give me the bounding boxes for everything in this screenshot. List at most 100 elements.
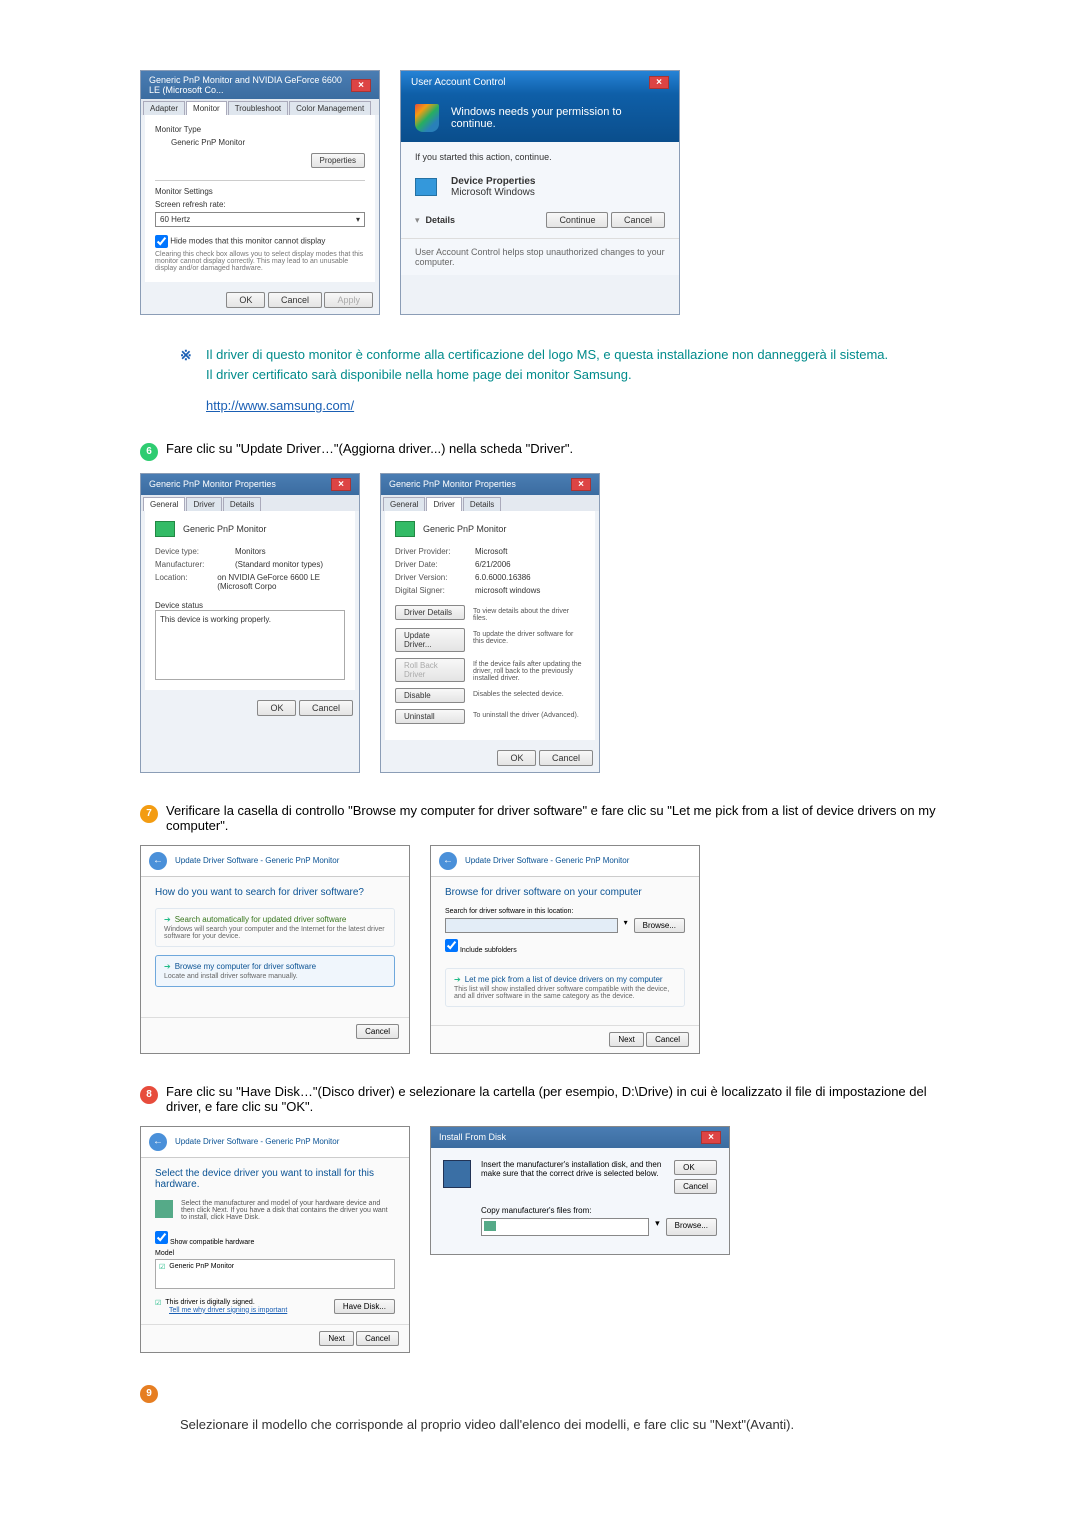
- dialog-titlebar: Generic PnP Monitor and NVIDIA GeForce 6…: [141, 71, 379, 99]
- back-icon[interactable]: ←: [439, 852, 457, 870]
- apply-button[interactable]: Apply: [324, 292, 373, 308]
- compatible-checkbox[interactable]: [155, 1231, 168, 1244]
- dialog-title: Generic PnP Monitor Properties: [149, 479, 276, 489]
- monitor-settings-dialog: Generic PnP Monitor and NVIDIA GeForce 6…: [140, 70, 380, 315]
- cancel-button[interactable]: Cancel: [611, 212, 665, 228]
- option-auto-search[interactable]: ➔Search automatically for updated driver…: [155, 908, 395, 947]
- tab-driver[interactable]: Driver: [426, 497, 461, 511]
- cancel-button[interactable]: Cancel: [646, 1032, 689, 1047]
- driver-details-button[interactable]: Driver Details: [395, 605, 465, 620]
- back-icon[interactable]: ←: [149, 852, 167, 870]
- uac-item2: Microsoft Windows: [451, 187, 536, 198]
- arrow-icon: ➔: [164, 962, 171, 971]
- floppy-icon: [443, 1160, 471, 1188]
- model-label: Model: [155, 1250, 395, 1257]
- continue-button[interactable]: Continue: [546, 212, 608, 228]
- tab-general[interactable]: General: [383, 497, 425, 511]
- shield-icon: [415, 104, 439, 132]
- ok-button[interactable]: OK: [674, 1160, 717, 1175]
- location-input[interactable]: [445, 918, 618, 933]
- uac-footer: User Account Control helps stop unauthor…: [401, 238, 679, 275]
- refresh-rate-label: Screen refresh rate:: [155, 200, 365, 209]
- close-icon[interactable]: ×: [649, 76, 669, 89]
- next-button[interactable]: Next: [609, 1032, 643, 1047]
- monitor-type-label: Monitor Type: [155, 125, 365, 134]
- monitor-props-general: Generic PnP Monitor Properties × General…: [140, 473, 360, 773]
- wizard-select-driver: ← Update Driver Software - Generic PnP M…: [140, 1126, 410, 1353]
- uninstall-button[interactable]: Uninstall: [395, 709, 465, 724]
- dialog-title: Install From Disk: [439, 1132, 506, 1142]
- uac-subheading: If you started this action, continue.: [415, 152, 665, 162]
- close-icon[interactable]: ×: [331, 478, 351, 491]
- wizard-breadcrumb: Update Driver Software - Generic PnP Mon…: [175, 856, 339, 865]
- tab-troubleshoot[interactable]: Troubleshoot: [228, 101, 288, 115]
- browse-button[interactable]: Browse...: [634, 918, 685, 933]
- tab-driver[interactable]: Driver: [186, 497, 221, 511]
- have-disk-button[interactable]: Have Disk...: [334, 1299, 395, 1314]
- signing-link[interactable]: Tell me why driver signing is important: [169, 1307, 287, 1314]
- monitor-icon: [155, 521, 175, 537]
- rollback-driver-button[interactable]: Roll Back Driver: [395, 658, 465, 682]
- model-list[interactable]: ☑ Generic PnP Monitor: [155, 1259, 395, 1289]
- properties-button[interactable]: Properties: [311, 153, 365, 168]
- monitor-name: Generic PnP Monitor: [155, 138, 365, 147]
- signed-icon: ☑: [155, 1299, 161, 1307]
- tab-monitor[interactable]: Monitor: [186, 101, 227, 115]
- hide-modes-checkbox[interactable]: [155, 235, 168, 248]
- include-subfolders-checkbox[interactable]: [445, 939, 458, 952]
- details-toggle[interactable]: Details: [426, 215, 456, 225]
- wizard-heading: How do you want to search for driver sof…: [155, 887, 395, 898]
- cancel-button[interactable]: Cancel: [539, 750, 593, 766]
- step-badge-7: 7: [140, 805, 158, 823]
- note-line1: Il driver di questo monitor è conforme a…: [206, 345, 888, 365]
- close-icon[interactable]: ×: [351, 79, 371, 92]
- update-driver-button[interactable]: Update Driver...: [395, 628, 465, 652]
- info-marker-icon: ※: [180, 345, 198, 366]
- copy-from-label: Copy manufacturer's files from:: [481, 1206, 717, 1215]
- chevron-down-icon[interactable]: ▾: [415, 215, 420, 226]
- ok-button[interactable]: OK: [226, 292, 265, 308]
- tab-color-management[interactable]: Color Management: [289, 101, 371, 115]
- hide-modes-label: Hide modes that this monitor cannot disp…: [170, 237, 325, 246]
- step-badge-9: 9: [140, 1385, 158, 1403]
- close-icon[interactable]: ×: [701, 1131, 721, 1144]
- samsung-link[interactable]: http://www.samsung.com/: [206, 398, 354, 413]
- path-input[interactable]: [481, 1218, 649, 1236]
- wizard-browse: ← Update Driver Software - Generic PnP M…: [430, 845, 700, 1054]
- wizard-breadcrumb: Update Driver Software - Generic PnP Mon…: [175, 1137, 339, 1146]
- wizard-desc: Select the manufacturer and model of you…: [181, 1200, 395, 1221]
- cancel-button[interactable]: Cancel: [356, 1024, 399, 1039]
- tab-adapter[interactable]: Adapter: [143, 101, 185, 115]
- chevron-down-icon: ▾: [356, 215, 360, 224]
- cancel-button[interactable]: Cancel: [356, 1331, 399, 1346]
- next-button[interactable]: Next: [319, 1331, 353, 1346]
- back-icon[interactable]: ←: [149, 1133, 167, 1151]
- option-browse[interactable]: ➔Browse my computer for driver software …: [155, 955, 395, 987]
- cancel-button[interactable]: Cancel: [299, 700, 353, 716]
- step-6-text: Fare clic su "Update Driver…"(Aggiorna d…: [166, 441, 940, 456]
- browse-button[interactable]: Browse...: [666, 1218, 717, 1236]
- tab-general[interactable]: General: [143, 497, 185, 511]
- step-7: 7 Verificare la casella di controllo "Br…: [140, 803, 940, 833]
- option-pick-from-list[interactable]: ➔Let me pick from a list of device drive…: [445, 968, 685, 1007]
- monitor-settings-label: Monitor Settings: [155, 187, 365, 196]
- monitor-props-driver: Generic PnP Monitor Properties × General…: [380, 473, 600, 773]
- disable-button[interactable]: Disable: [395, 688, 465, 703]
- step-8-text: Fare clic su "Have Disk…"(Disco driver) …: [166, 1084, 940, 1114]
- monitor-name: Generic PnP Monitor: [423, 524, 506, 534]
- note-block: ※ Il driver di questo monitor è conforme…: [180, 345, 940, 416]
- cancel-button[interactable]: Cancel: [674, 1179, 717, 1194]
- step-8: 8 Fare clic su "Have Disk…"(Disco driver…: [140, 1084, 940, 1114]
- close-icon[interactable]: ×: [571, 478, 591, 491]
- refresh-rate-select[interactable]: 60 Hertz ▾: [155, 212, 365, 227]
- arrow-icon: ➔: [454, 975, 461, 984]
- ok-button[interactable]: OK: [497, 750, 536, 766]
- tab-details[interactable]: Details: [223, 497, 261, 511]
- tab-details[interactable]: Details: [463, 497, 501, 511]
- uac-dialog: User Account Control × Windows needs you…: [400, 70, 680, 315]
- ok-button[interactable]: OK: [257, 700, 296, 716]
- dropdown-icon[interactable]: ▾: [655, 1218, 660, 1236]
- wizard-heading: Select the device driver you want to ins…: [155, 1168, 395, 1190]
- cancel-button[interactable]: Cancel: [268, 292, 322, 308]
- dropdown-icon[interactable]: ▾: [624, 918, 628, 933]
